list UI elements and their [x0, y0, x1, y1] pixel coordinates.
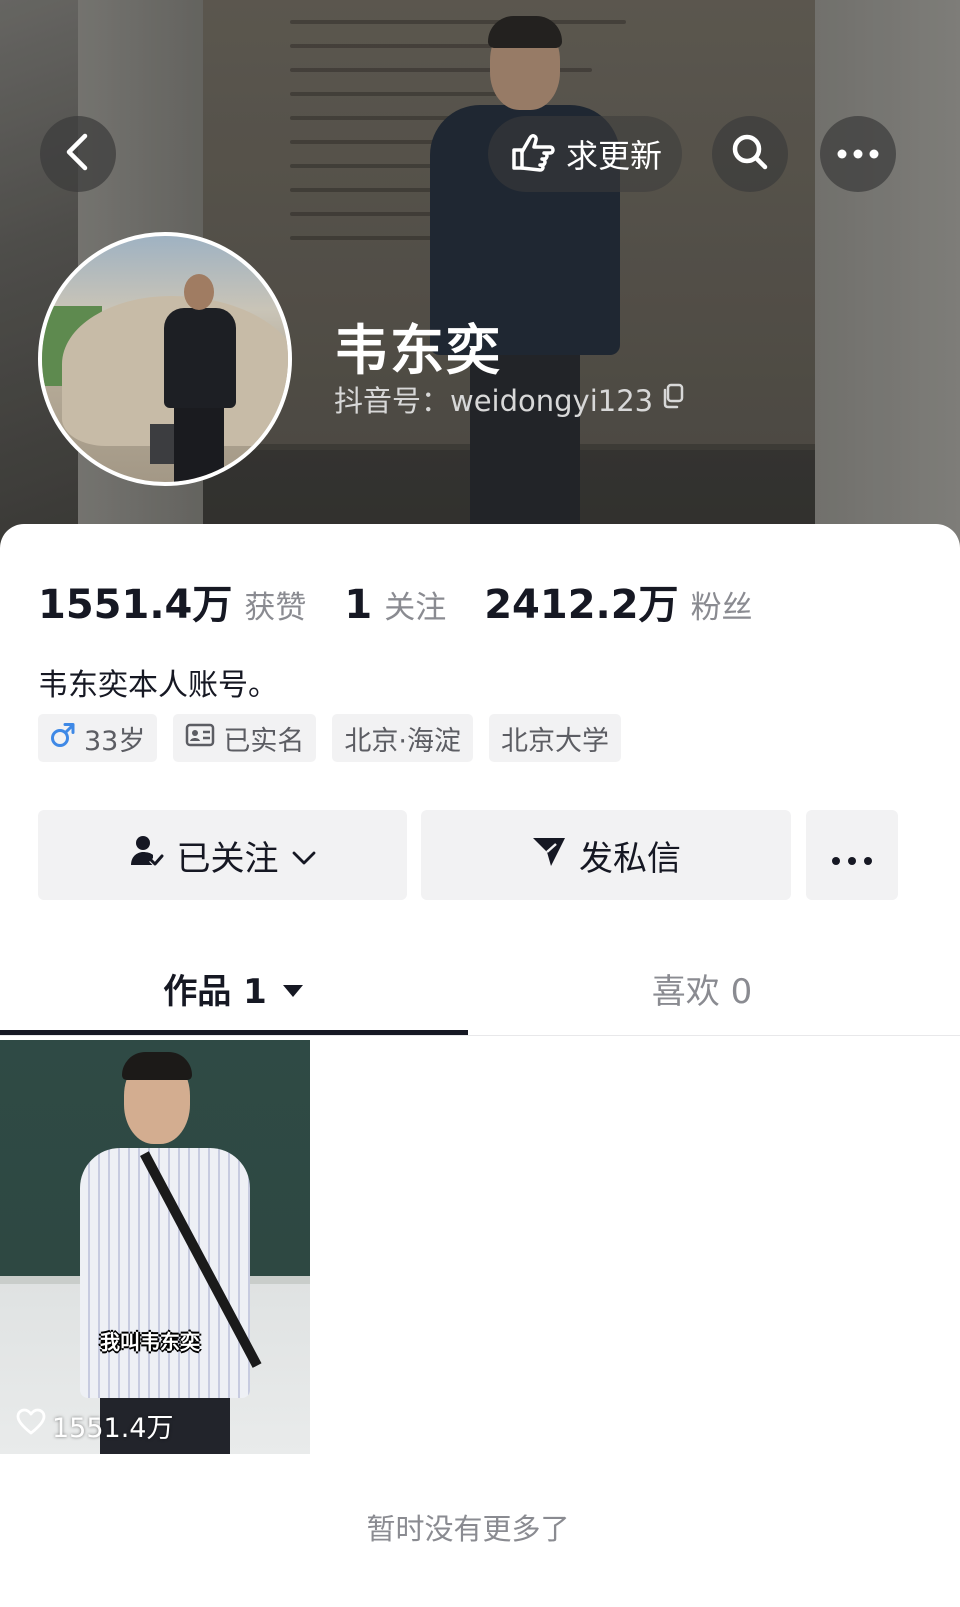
tag-verified-label: 已实名 [223, 725, 305, 757]
stat-followers[interactable]: 2412.2万 粉丝 [484, 572, 752, 630]
stat-following[interactable]: 1 关注 [344, 582, 446, 628]
more-dots-icon [836, 145, 880, 164]
user-check-icon [129, 833, 165, 878]
tab-likes[interactable]: 喜欢 0 [468, 940, 936, 1036]
douyin-id-text: 抖音号：weidongyi123 [334, 384, 654, 418]
stat-followers-label: 粉丝 [690, 590, 753, 626]
stat-likes-label: 获赞 [244, 590, 307, 626]
send-message-label: 发私信 [579, 838, 681, 879]
tab-likes-label: 喜欢 0 [651, 971, 753, 1012]
tag-location: 北京·海淀 [332, 714, 473, 762]
active-tab-indicator [0, 1030, 468, 1035]
send-icon [531, 834, 567, 877]
more-dots-icon [831, 835, 873, 875]
tag-school-label: 北京大学 [500, 725, 609, 757]
profile-card: 1551.4万 获赞 1 关注 2412.2万 粉丝 韦东奕本人账号。 33岁 … [0, 524, 960, 1607]
more-options-button[interactable] [820, 116, 896, 192]
send-message-button[interactable]: 发私信 [421, 810, 791, 900]
heart-icon [16, 1408, 46, 1443]
video-caption: 我叫韦东奕 [100, 1330, 200, 1354]
chevron-down-icon [291, 835, 317, 875]
stat-followers-value: 2412.2万 [484, 582, 679, 628]
request-update-label: 求更新 [565, 137, 662, 175]
tab-works[interactable]: 作品 1 [0, 940, 468, 1036]
stat-likes-value: 1551.4万 [38, 582, 233, 628]
pointing-hand-icon [508, 130, 556, 178]
back-button[interactable] [40, 116, 116, 192]
tab-works-label: 作品 1 [163, 971, 267, 1012]
stat-likes: 1551.4万 获赞 [38, 572, 306, 630]
more-actions-button[interactable] [806, 810, 898, 900]
profile-tags: 33岁 已实名 北京·海淀 北京大学 [38, 714, 621, 762]
caret-down-icon [281, 968, 305, 1008]
bio-text: 韦东奕本人账号。 [38, 668, 278, 703]
search-icon [729, 131, 771, 177]
followed-button[interactable]: 已关注 [38, 810, 407, 900]
tag-age-label: 33岁 [84, 725, 146, 757]
chevron-left-icon [61, 130, 95, 178]
douyin-id[interactable]: 抖音号：weidongyi123 [334, 378, 685, 420]
followed-label: 已关注 [176, 838, 279, 879]
video-likes: 1551.4万 [16, 1406, 173, 1445]
search-button[interactable] [712, 116, 788, 192]
id-card-icon [185, 723, 215, 754]
tag-location-label: 北京·海淀 [344, 725, 461, 757]
male-icon [50, 721, 76, 756]
stats-row: 1551.4万 获赞 1 关注 2412.2万 粉丝 [38, 572, 791, 630]
tag-school[interactable]: 北京大学 [488, 714, 621, 762]
video-likes-count: 1551.4万 [52, 1413, 174, 1444]
stat-following-value: 1 [344, 582, 373, 628]
tag-verified: 已实名 [173, 714, 317, 762]
stat-following-label: 关注 [384, 590, 447, 626]
action-buttons: 已关注 发私信 [38, 810, 898, 900]
no-more-content-text: 暂时没有更多了 [366, 1512, 570, 1546]
video-thumbnail[interactable]: 我叫韦东奕 1551.4万 [0, 1040, 310, 1454]
content-tabs: 作品 1 喜欢 0 [0, 940, 960, 1036]
copy-icon[interactable] [661, 382, 685, 416]
avatar[interactable] [38, 232, 292, 486]
tag-age: 33岁 [38, 714, 158, 762]
request-update-button[interactable]: 求更新 [488, 116, 682, 192]
profile-name: 韦东奕 [334, 319, 502, 382]
